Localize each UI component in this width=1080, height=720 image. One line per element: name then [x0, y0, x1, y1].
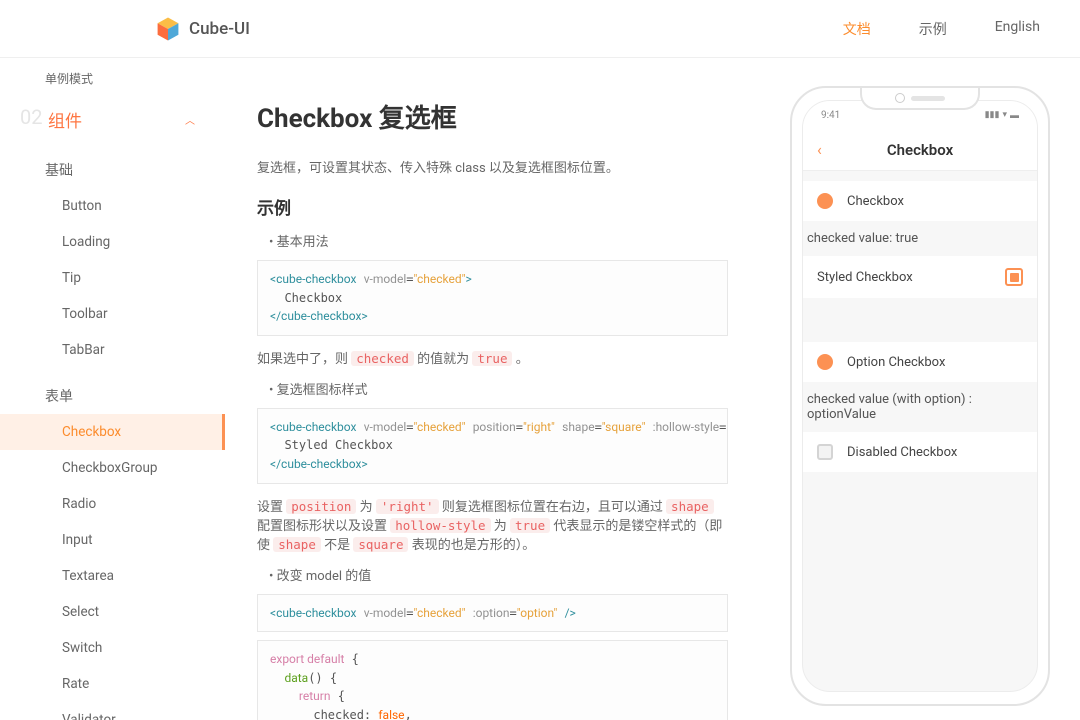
paragraph: 设置 position 为 'right' 则复选框图标位置在右边，且可以通过 …	[257, 496, 728, 553]
info-text: checked value: true	[803, 221, 1037, 256]
intro-text: 复选框，可设置其状态、传入特殊 class 以及复选框图标位置。	[257, 157, 728, 176]
phone-notch	[860, 88, 980, 110]
sidebar-group-label: 表单	[0, 368, 225, 414]
example-bullet: 基本用法	[269, 231, 728, 250]
sidebar-item-tip[interactable]: Tip	[0, 260, 225, 296]
sidebar-group-label: 基础	[0, 142, 225, 188]
wifi-icon: ▾	[1002, 110, 1007, 120]
sidebar-item-rate[interactable]: Rate	[0, 666, 225, 702]
brand-text: Cube-UI	[189, 19, 250, 39]
phone-frame: 9:41 ▮▮▮▾▬ ‹ Checkbox Checkbox checked v…	[790, 86, 1050, 706]
examples-heading: 示例	[257, 194, 728, 219]
sidebar-item-radio[interactable]: Radio	[0, 486, 225, 522]
checkbox-row[interactable]: Option Checkbox	[803, 342, 1037, 382]
example-bullet: 复选框图标样式	[269, 379, 728, 398]
checkbox-checked-icon	[817, 354, 833, 370]
back-icon[interactable]: ‹	[817, 140, 822, 159]
sidebar-item-switch[interactable]: Switch	[0, 630, 225, 666]
checkbox-square-icon	[1005, 268, 1023, 286]
phone-preview: 9:41 ▮▮▮▾▬ ‹ Checkbox Checkbox checked v…	[760, 58, 1080, 720]
sidebar-item-input[interactable]: Input	[0, 522, 225, 558]
nav-lang[interactable]: English	[995, 19, 1040, 39]
info-text: checked value (with option) : optionValu…	[803, 382, 1037, 432]
sidebar-item-checkbox[interactable]: Checkbox	[0, 414, 225, 450]
phone-title: Checkbox	[803, 141, 1037, 159]
sidebar-item-validator[interactable]: Validator	[0, 702, 225, 720]
doc-content: Checkbox 复选框 复选框，可设置其状态、传入特殊 class 以及复选框…	[225, 58, 760, 720]
cube-icon	[155, 16, 181, 42]
signal-icon: ▮▮▮	[985, 110, 1000, 120]
sidebar-item-textarea[interactable]: Textarea	[0, 558, 225, 594]
checkbox-row-disabled: Disabled Checkbox	[803, 432, 1037, 472]
sidebar-prev-section[interactable]: 单例模式	[0, 66, 225, 91]
sidebar-item-button[interactable]: Button	[0, 188, 225, 224]
top-header: Cube-UI 文档 示例 English	[0, 0, 1080, 58]
sidebar-item-checkboxgroup[interactable]: CheckboxGroup	[0, 450, 225, 486]
code-block[interactable]: export default { data() { return { check…	[257, 640, 728, 720]
nav-docs[interactable]: 文档	[843, 19, 871, 39]
example-bullet: 改变 model 的值	[269, 565, 728, 584]
code-block[interactable]: <cube-checkbox v-model="checked" :option…	[257, 594, 728, 633]
nav-examples[interactable]: 示例	[919, 19, 947, 39]
paragraph: 如果选中了，则 checked 的值就为 true 。	[257, 348, 728, 367]
sidebar-item-toolbar[interactable]: Toolbar	[0, 296, 225, 332]
checkbox-checked-icon	[817, 193, 833, 209]
chevron-up-icon: ︿	[185, 112, 195, 127]
logo[interactable]: Cube-UI	[155, 16, 250, 42]
checkbox-disabled-icon	[817, 444, 833, 460]
battery-icon: ▬	[1010, 110, 1019, 121]
phone-header: ‹ Checkbox	[803, 129, 1037, 171]
code-block[interactable]: <cube-checkbox v-model="checked"> Checkb…	[257, 260, 728, 336]
page-title: Checkbox 复选框	[257, 98, 728, 135]
sidebar-item-tabbar[interactable]: TabBar	[0, 332, 225, 368]
sidebar: 单例模式 02 组件 ︿ 基础ButtonLoadingTipToolbarTa…	[0, 58, 225, 720]
sidebar-item-loading[interactable]: Loading	[0, 224, 225, 260]
section-title[interactable]: 组件 ︿	[48, 107, 225, 132]
sidebar-item-select[interactable]: Select	[0, 594, 225, 630]
code-block[interactable]: <cube-checkbox v-model="checked" positio…	[257, 408, 728, 484]
section-number: 02	[20, 105, 42, 129]
checkbox-row[interactable]: Checkbox	[803, 181, 1037, 221]
top-nav: 文档 示例 English	[843, 19, 1040, 39]
checkbox-row[interactable]: Styled Checkbox	[803, 256, 1037, 298]
